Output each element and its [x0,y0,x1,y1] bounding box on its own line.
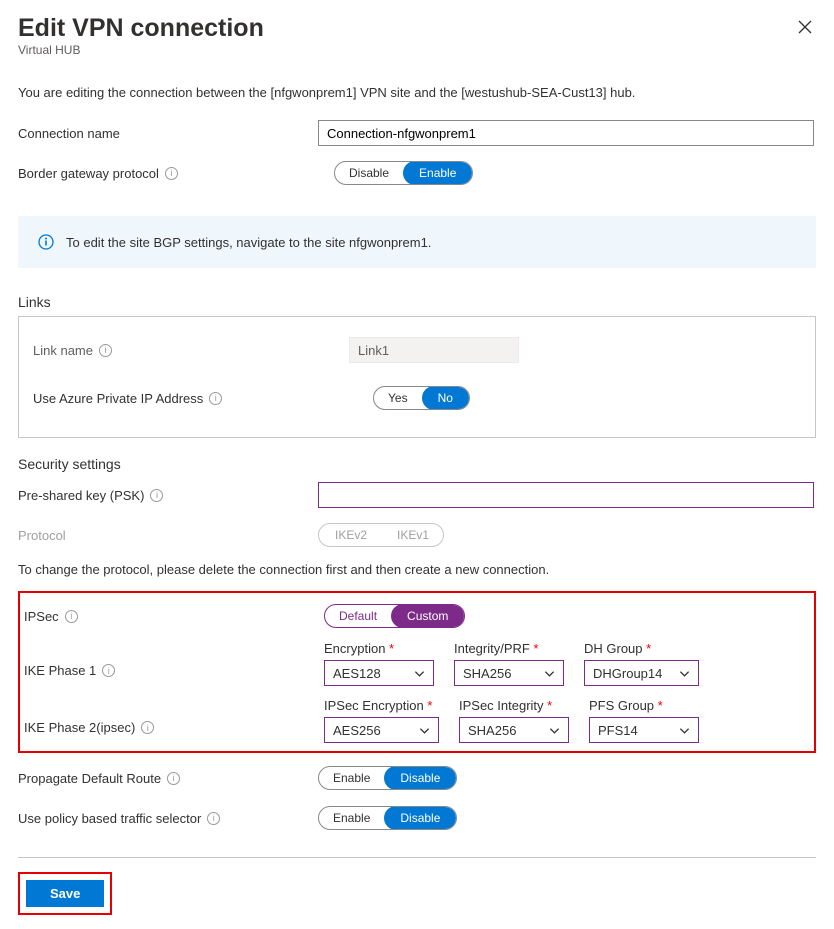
phase1-int-value: SHA256 [463,666,511,681]
info-icon[interactable]: i [141,721,154,734]
security-heading: Security settings [18,456,816,472]
bgp-toggle[interactable]: Disable Enable [334,161,473,185]
phase1-enc-value: AES128 [333,666,381,681]
phase2-enc-label: IPSec Encryption [324,698,424,713]
phase2-pfs-select[interactable]: PFS14 [589,717,699,743]
phase1-enc-label: Encryption [324,641,385,656]
phase1-dh-label: DH Group [584,641,643,656]
protocol-helper-text: To change the protocol, please delete th… [18,562,816,577]
private-ip-yes-option[interactable]: Yes [374,386,422,410]
connection-name-label: Connection name [18,126,318,141]
phase2-pfs-value: PFS14 [598,723,638,738]
info-icon[interactable]: i [65,610,78,623]
link-name-label: Link name [33,343,93,358]
propagate-enable-option[interactable]: Enable [319,766,384,790]
save-button[interactable]: Save [26,880,104,907]
close-icon [798,20,812,34]
info-icon [38,234,54,250]
psk-input[interactable] [318,482,814,508]
propagate-disable-option[interactable]: Disable [384,766,456,790]
protocol-ikev1-option: IKEv1 [383,523,443,547]
page-title: Edit VPN connection [18,14,816,43]
chevron-down-icon [679,725,690,736]
links-heading: Links [18,294,816,310]
bgp-disable-option[interactable]: Disable [335,161,403,185]
close-button[interactable] [794,16,816,43]
bgp-info-text: To edit the site BGP settings, navigate … [66,235,431,250]
info-icon[interactable]: i [209,392,222,405]
phase2-enc-select[interactable]: AES256 [324,717,439,743]
chevron-down-icon [549,725,560,736]
save-highlight-box: Save [18,872,112,915]
ipsec-highlight-box: IPSec i Default Custom IKE Phase 1 i Enc… [18,591,816,753]
phase2-pfs-label: PFS Group [589,698,654,713]
ipsec-default-option[interactable]: Default [325,604,391,628]
bgp-enable-option[interactable]: Enable [403,161,472,185]
private-ip-no-option[interactable]: No [422,386,469,410]
policyts-enable-option[interactable]: Enable [319,806,384,830]
policyts-label: Use policy based traffic selector [18,811,201,826]
phase2-enc-value: AES256 [333,723,381,738]
protocol-label: Protocol [18,528,66,543]
info-icon[interactable]: i [207,812,220,825]
chevron-down-icon [419,725,430,736]
info-icon[interactable]: i [165,167,178,180]
info-icon[interactable]: i [102,664,115,677]
psk-label: Pre-shared key (PSK) [18,488,144,503]
phase2-int-select[interactable]: SHA256 [459,717,569,743]
policyts-disable-option[interactable]: Disable [384,806,456,830]
ike-phase2-label: IKE Phase 2(ipsec) [24,720,135,735]
chevron-down-icon [544,668,555,679]
info-icon[interactable]: i [167,772,180,785]
ipsec-custom-option[interactable]: Custom [391,604,464,628]
private-ip-label: Use Azure Private IP Address [33,391,203,406]
phase1-dh-select[interactable]: DHGroup14 [584,660,699,686]
info-icon[interactable]: i [99,344,112,357]
phase1-int-label: Integrity/PRF [454,641,530,656]
info-icon[interactable]: i [150,489,163,502]
private-ip-toggle[interactable]: Yes No [373,386,470,410]
bgp-info-banner: To edit the site BGP settings, navigate … [18,216,816,268]
ike-phase1-label: IKE Phase 1 [24,663,96,678]
page-subtitle: Virtual HUB [18,43,816,57]
phase2-int-value: SHA256 [468,723,516,738]
bgp-label: Border gateway protocol [18,166,159,181]
chevron-down-icon [679,668,690,679]
ipsec-toggle[interactable]: Default Custom [324,604,465,628]
propagate-toggle[interactable]: Enable Disable [318,766,457,790]
phase1-enc-select[interactable]: AES128 [324,660,434,686]
connection-name-input[interactable] [318,120,814,146]
phase1-int-select[interactable]: SHA256 [454,660,564,686]
phase1-dh-value: DHGroup14 [593,666,662,681]
policyts-toggle[interactable]: Enable Disable [318,806,457,830]
chevron-down-icon [414,668,425,679]
links-box: Link name i Use Azure Private IP Address… [18,316,816,438]
link-name-input [349,337,519,363]
description-text: You are editing the connection between t… [18,85,816,100]
phase2-int-label: IPSec Integrity [459,698,544,713]
ipsec-label: IPSec [24,609,59,624]
protocol-ikev2-option: IKEv2 [319,523,383,547]
protocol-toggle: IKEv2 IKEv1 [318,523,444,547]
propagate-label: Propagate Default Route [18,771,161,786]
